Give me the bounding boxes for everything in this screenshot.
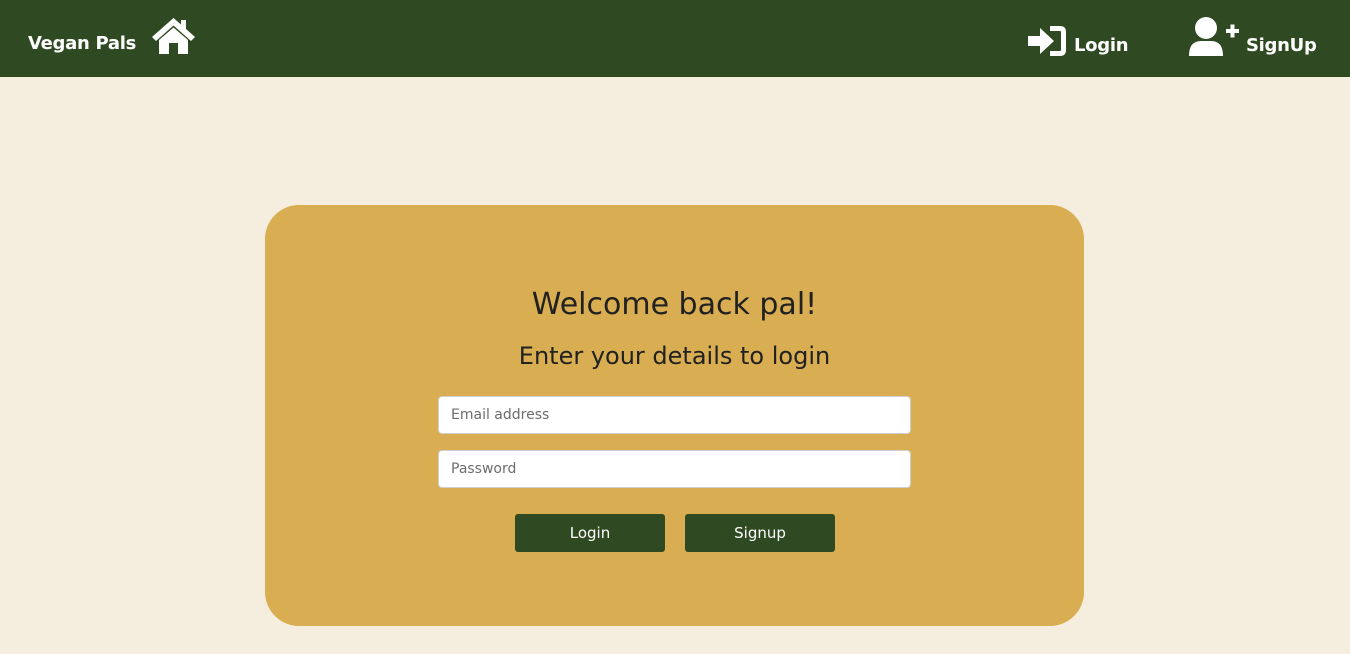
login-button[interactable]: Login	[515, 514, 665, 552]
nav-login-link[interactable]: Login	[1026, 16, 1131, 58]
home-link[interactable]	[150, 16, 197, 56]
signup-button[interactable]: Signup	[685, 514, 835, 552]
home-icon	[150, 16, 197, 56]
password-field[interactable]	[438, 450, 911, 488]
nav-signup-label: SignUp	[1246, 35, 1317, 56]
login-subheading: Enter your details to login	[518, 342, 831, 370]
login-card: Welcome back pal! Enter your details to …	[265, 205, 1084, 626]
sign-in-icon	[1026, 24, 1068, 58]
user-plus-icon	[1188, 16, 1240, 58]
nav-signup-link[interactable]: SignUp	[1188, 16, 1318, 58]
brand-link[interactable]: Vegan Pals	[28, 33, 136, 54]
email-field[interactable]	[438, 396, 911, 434]
nav-login-label: Login	[1074, 35, 1129, 56]
navbar: Vegan Pals Login SignUp	[0, 0, 1350, 77]
welcome-heading: Welcome back pal!	[531, 287, 818, 322]
